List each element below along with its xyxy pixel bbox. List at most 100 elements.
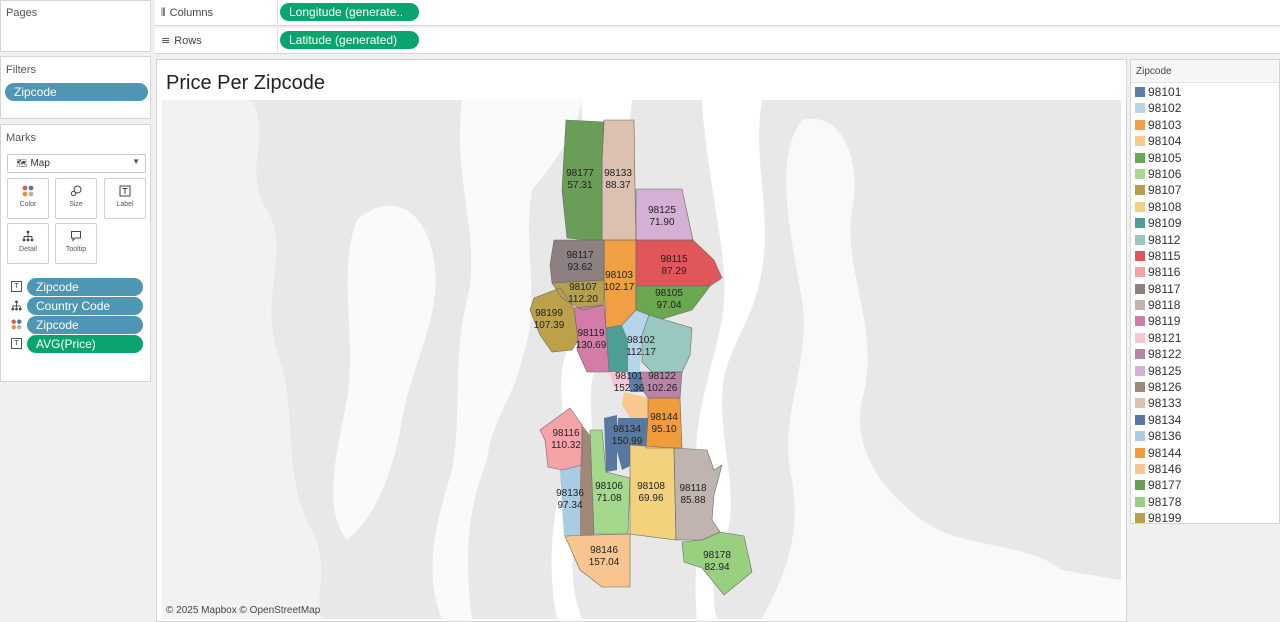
region-zip-label: 98107 — [569, 282, 597, 293]
legend-swatch — [1135, 103, 1145, 114]
legend-item[interactable]: 98126 — [1131, 379, 1279, 395]
legend-item[interactable]: 98134 — [1131, 412, 1279, 428]
map-attribution: © 2025 Mapbox © OpenStreetMap — [166, 605, 321, 616]
legend-item[interactable]: 98133 — [1131, 395, 1279, 411]
legend-item[interactable]: 98118 — [1131, 297, 1279, 313]
rows-drop-zone[interactable]: Latitude (generated) — [277, 28, 1280, 53]
detail-button-label: Detail — [19, 246, 37, 253]
pages-shelf[interactable]: Pages — [0, 0, 151, 52]
legend-swatch — [1135, 152, 1145, 163]
legend-item[interactable]: 98102 — [1131, 100, 1279, 116]
region-price-label: 97.34 — [557, 500, 582, 511]
columns-drop-zone[interactable]: Longitude (generate.. — [277, 0, 1280, 25]
legend-swatch — [1135, 496, 1145, 507]
legend-swatch — [1135, 447, 1145, 458]
legend-item[interactable]: 98103 — [1131, 117, 1279, 133]
region-98109[interactable] — [606, 325, 628, 372]
region-price-label: 93.62 — [567, 262, 592, 273]
legend-swatch — [1135, 87, 1145, 97]
legend-item[interactable]: 98108 — [1131, 199, 1279, 215]
region-zip-label: 98178 — [703, 550, 731, 561]
legend-label: 98133 — [1148, 396, 1182, 411]
region-price-label: 157.04 — [589, 557, 620, 568]
filter-pill-zipcode[interactable]: Zipcode — [5, 83, 148, 101]
filters-shelf[interactable]: Filters Zipcode — [0, 56, 151, 119]
marks-title: Marks — [6, 132, 36, 144]
region-zip-label: 98102 — [627, 335, 655, 346]
encoding-pill[interactable]: AVG(Price) — [27, 335, 143, 353]
label-icon: T — [11, 338, 22, 349]
legend-item[interactable]: 98101 — [1131, 84, 1279, 100]
legend-label: 98108 — [1148, 199, 1182, 214]
legend-item[interactable]: 98107 — [1131, 182, 1279, 198]
legend-label: 98126 — [1148, 380, 1182, 395]
legend-item[interactable]: 98146 — [1131, 461, 1279, 477]
region-98144[interactable] — [646, 398, 682, 448]
legend-item[interactable]: 98112 — [1131, 232, 1279, 248]
legend-item[interactable]: 98117 — [1131, 281, 1279, 297]
legend-label: 98178 — [1148, 494, 1182, 509]
legend-item[interactable]: 98178 — [1131, 494, 1279, 510]
columns-pill[interactable]: Longitude (generate.. — [280, 3, 419, 21]
region-zip-label: 98134 — [613, 424, 641, 435]
mark-type-dropdown[interactable]: 🗺 Map ▼ — [7, 154, 146, 173]
legend-item[interactable]: 98136 — [1131, 428, 1279, 444]
legend-item[interactable]: 98105 — [1131, 150, 1279, 166]
legend-label: 98115 — [1148, 248, 1181, 263]
mark-type-label: Map — [30, 158, 50, 169]
columns-shelf: ⫴ Columns Longitude (generate.. — [155, 0, 1280, 26]
legend-item[interactable]: 98106 — [1131, 166, 1279, 182]
encoding-pill[interactable]: Zipcode — [27, 316, 143, 334]
detail-icon — [11, 300, 22, 311]
legend-item[interactable]: 98177 — [1131, 477, 1279, 493]
region-zip-label: 98117 — [566, 250, 594, 261]
region-zip-label: 98122 — [648, 371, 676, 382]
rows-pill[interactable]: Latitude (generated) — [280, 31, 419, 49]
encoding-pill[interactable]: Country Code — [27, 297, 143, 315]
region-zip-label: 98115 — [660, 254, 688, 265]
region-zip-label: 98108 — [637, 481, 665, 492]
legend-item[interactable]: 98119 — [1131, 313, 1279, 329]
legend-swatch — [1135, 463, 1145, 474]
size-button[interactable]: Size — [55, 178, 97, 219]
region-price-label: 87.29 — [661, 266, 686, 277]
legend-swatch — [1135, 300, 1145, 311]
region-price-label: 152.36 — [614, 383, 645, 394]
legend-item[interactable]: 98144 — [1131, 445, 1279, 461]
legend-list: 98101 98102 98103 98104 98105 98106 98107 98108… — [1131, 83, 1279, 527]
legend-label: 98117 — [1148, 281, 1181, 296]
label-button-label: Label — [116, 201, 134, 208]
legend-title: Zipcode — [1131, 60, 1279, 83]
detail-button[interactable]: Detail — [7, 223, 49, 264]
region-zip-label: 98199 — [535, 308, 563, 319]
encoding-pill[interactable]: Zipcode — [27, 278, 143, 296]
region-zip-label: 98144 — [650, 412, 678, 423]
legend-item[interactable]: 98104 — [1131, 133, 1279, 149]
region-price-label: 102.17 — [604, 282, 635, 293]
legend-label: 98177 — [1148, 478, 1182, 493]
legend-swatch — [1135, 332, 1145, 343]
legend-swatch — [1135, 119, 1145, 130]
legend-label: 98134 — [1148, 412, 1182, 427]
legend-swatch — [1135, 185, 1145, 196]
legend-item[interactable]: 98125 — [1131, 363, 1279, 379]
color-button[interactable]: Color — [7, 178, 49, 219]
legend-label: 98122 — [1148, 347, 1182, 362]
legend-item[interactable]: 98109 — [1131, 215, 1279, 231]
legend-item[interactable]: 98121 — [1131, 330, 1279, 346]
region-price-label: 110.32 — [551, 440, 581, 451]
region-zip-label: 98146 — [590, 545, 618, 556]
map-canvas[interactable]: 9817757.31 9813388.37 9812571.90 9811793.62… — [162, 100, 1121, 619]
region-price-label: 107.39 — [534, 320, 565, 331]
map-icon: 🗺 — [16, 159, 28, 169]
legend-swatch — [1135, 349, 1145, 360]
legend-item[interactable]: 98115 — [1131, 248, 1279, 264]
legend-item[interactable]: 98116 — [1131, 264, 1279, 280]
legend-item[interactable]: 98122 — [1131, 346, 1279, 362]
legend-label: 98104 — [1148, 134, 1182, 149]
tooltip-button[interactable]: Tooltip — [55, 223, 97, 264]
label-button[interactable]: Label — [104, 178, 146, 219]
legend-swatch — [1135, 382, 1145, 393]
legend-item[interactable]: 98199 — [1131, 510, 1279, 526]
label-icon — [105, 185, 145, 201]
